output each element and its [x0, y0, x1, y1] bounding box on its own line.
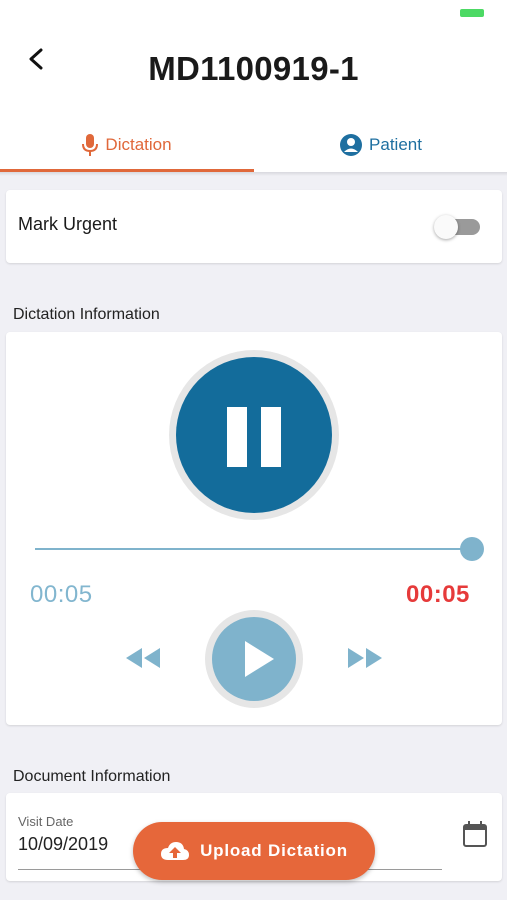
dictation-player-card: 00:05 00:05: [6, 332, 502, 725]
play-button[interactable]: [205, 610, 303, 708]
seek-bar[interactable]: [35, 548, 471, 550]
fast-forward-icon[interactable]: [346, 646, 384, 670]
tab-bar: Dictation Patient: [0, 118, 507, 172]
page-title: MD1100919-1: [148, 50, 359, 87]
calendar-icon[interactable]: [462, 820, 488, 848]
visit-date-label: Visit Date: [18, 814, 74, 829]
tab-patient[interactable]: Patient: [254, 118, 507, 172]
upload-dictation-button[interactable]: Upload Dictation: [133, 822, 375, 880]
account-circle-icon: [340, 134, 363, 156]
pause-button-face: [176, 357, 332, 513]
play-button-face: [212, 617, 296, 701]
seek-handle[interactable]: [460, 537, 484, 561]
elapsed-time: 00:05: [30, 581, 93, 608]
upload-dictation-label: Upload Dictation: [200, 841, 348, 860]
top-app-bar: MD1100919-1 Dictation Patient: [0, 0, 507, 172]
pause-icon-bar-right: [261, 407, 281, 467]
total-time: 00:05: [406, 581, 470, 608]
visit-date-field[interactable]: 10/09/2019: [18, 834, 108, 855]
tab-bar-shadow: [0, 172, 507, 176]
microphone-icon: [82, 134, 99, 156]
mark-urgent-card: Mark Urgent: [6, 190, 502, 263]
dictation-information-heading: Dictation Information: [13, 306, 160, 323]
cloud-upload-icon: [161, 842, 190, 860]
toggle-knob: [434, 215, 458, 239]
tab-patient-label: Patient: [369, 135, 422, 154]
play-icon: [245, 641, 274, 677]
pause-icon-bar-left: [227, 407, 247, 467]
mark-urgent-label: Mark Urgent: [18, 214, 118, 234]
document-information-heading: Document Information: [13, 768, 171, 785]
mark-urgent-toggle[interactable]: [432, 214, 482, 240]
battery-icon: [460, 9, 484, 17]
tab-dictation[interactable]: Dictation: [0, 118, 253, 172]
pause-button[interactable]: [169, 350, 339, 520]
rewind-icon[interactable]: [124, 646, 162, 670]
tab-dictation-label: Dictation: [105, 135, 172, 154]
